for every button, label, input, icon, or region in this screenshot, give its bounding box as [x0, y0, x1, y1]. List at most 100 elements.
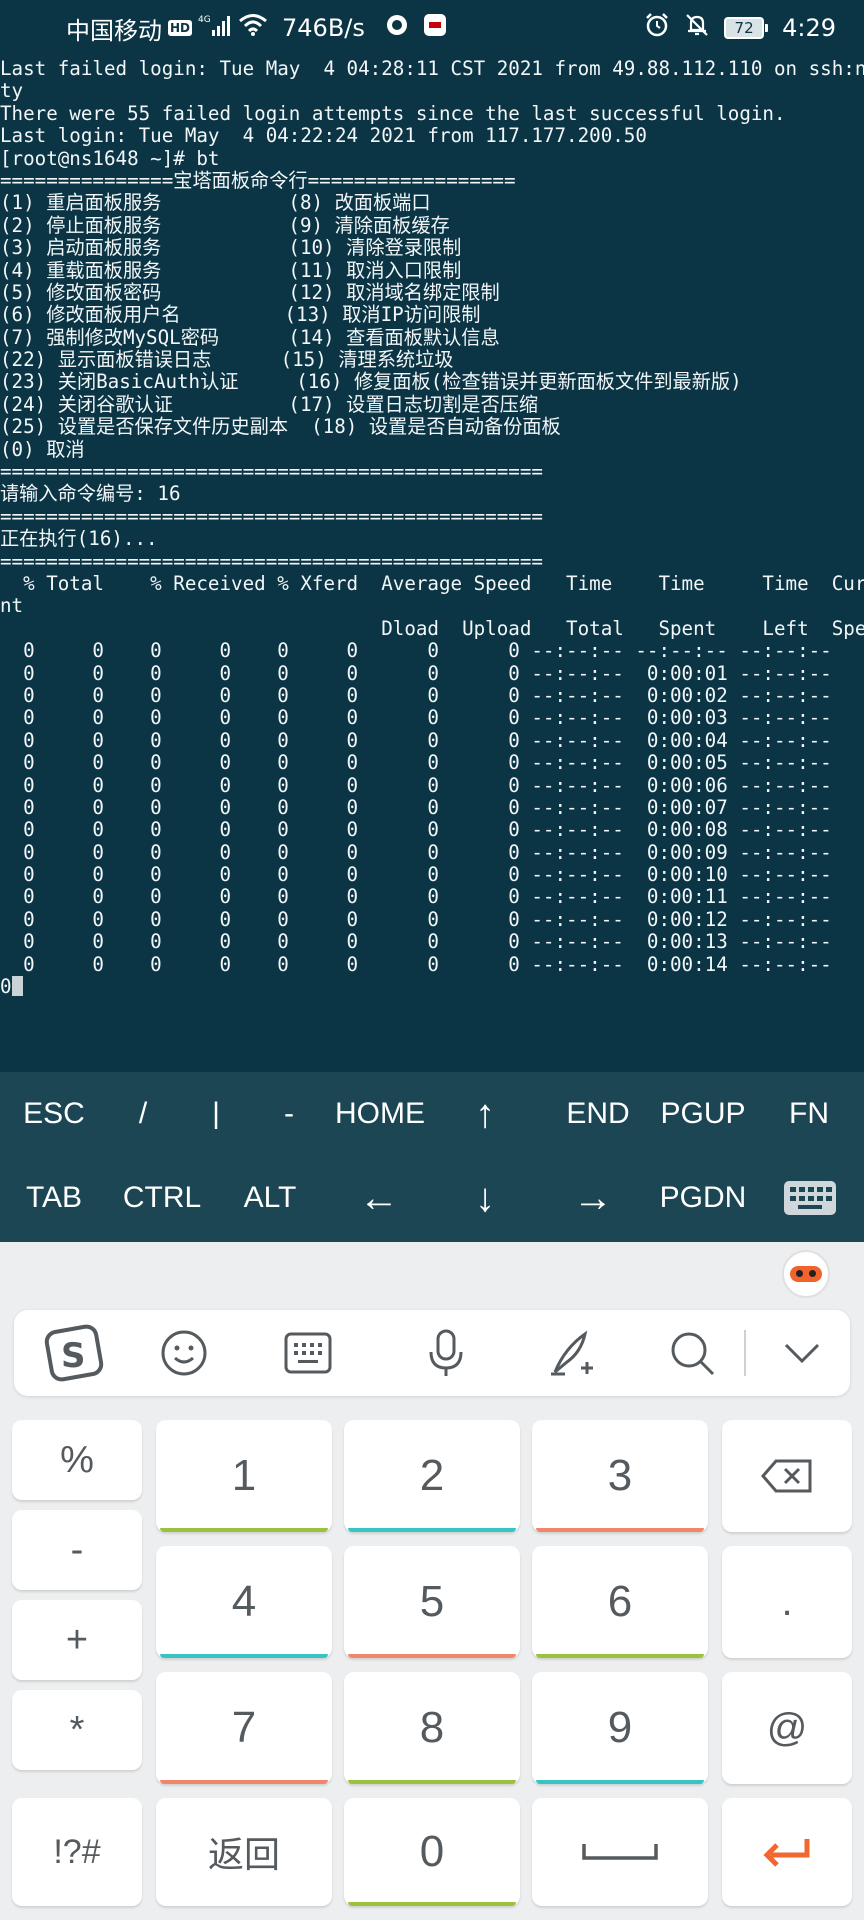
digit-5-label: 5 — [419, 1577, 445, 1626]
arrow-down-key[interactable]: ↓ — [440, 1156, 530, 1240]
emoji-icon[interactable] — [144, 1310, 224, 1396]
terminal-line: (7) 强制修改MySQL密码 (14) 查看面板默认信息 — [0, 326, 500, 349]
enter-key[interactable] — [722, 1798, 852, 1906]
digit-5-key[interactable]: 5 — [344, 1546, 520, 1658]
dash-key[interactable]: - — [248, 1072, 330, 1156]
digit-2-key[interactable]: 2 — [344, 1420, 520, 1532]
arrow-right-key[interactable]: → — [548, 1156, 638, 1240]
terminal-line: % Total % Received % Xferd Average Speed… — [0, 572, 864, 595]
terminal-output[interactable]: Last failed login: Tue May 4 04:28:11 CS… — [0, 58, 864, 1068]
tab-key[interactable]: TAB — [6, 1156, 102, 1240]
keyboard-toggle-button[interactable] — [770, 1156, 850, 1240]
back-key[interactable]: 返回 — [156, 1798, 332, 1906]
home-key[interactable]: HOME — [320, 1072, 440, 1156]
input-method-keyboard: S % - + * !?# 1 2 3 4 5 6 7 8 9 返回 0 . @ — [0, 1242, 864, 1920]
backspace-key[interactable] — [722, 1420, 852, 1532]
terminal-line: ========================================… — [0, 550, 543, 573]
pipe-key[interactable]: | — [184, 1072, 248, 1156]
digit-4-label: 4 — [231, 1577, 257, 1626]
arrow-left-key[interactable]: ← — [334, 1156, 424, 1240]
plus-key[interactable]: + — [12, 1600, 142, 1680]
terminal-line: ty — [0, 80, 24, 103]
terminal-line: 0 0 0 0 0 0 0 0 --:--:-- 0:00:12 --:--:-… — [0, 908, 832, 931]
sogou-logo-icon[interactable]: S — [34, 1310, 114, 1396]
digit-7-key[interactable]: 7 — [156, 1672, 332, 1784]
digit-3-key[interactable]: 3 — [532, 1420, 708, 1532]
terminal-line: 0 0 0 0 0 0 0 0 --:--:-- 0:00:06 --:--:-… — [0, 774, 832, 797]
signal-icon: 4G — [198, 13, 232, 43]
space-key[interactable] — [532, 1798, 708, 1906]
dot-key[interactable]: . — [722, 1546, 852, 1658]
minus-key[interactable]: - — [12, 1510, 142, 1590]
digit-0-key[interactable]: 0 — [344, 1798, 520, 1906]
terminal-line: 0 0 0 0 0 0 0 0 --:--:-- 0:00:01 --:--:-… — [0, 662, 832, 685]
terminal-line: 0 0 0 0 0 0 0 0 --:--:-- 0:00:11 --:--:-… — [0, 886, 832, 909]
battery-level: 72 — [724, 17, 765, 39]
search-icon[interactable] — [652, 1310, 732, 1396]
app-notification-icon — [385, 13, 409, 43]
network-type: 4G — [198, 15, 211, 25]
terminal-line: Last failed login: Tue May 4 04:28:11 CS… — [0, 58, 864, 80]
asterisk-key[interactable]: * — [12, 1690, 142, 1770]
huawei-app-icon — [423, 13, 447, 43]
terminal-line: (23) 关闭BasicAuth认证 (16) 修复面板(检查错误并更新面板文件… — [0, 371, 742, 394]
terminal-line: 0 0 0 0 0 0 0 0 --:--:-- 0:00:10 --:--:-… — [0, 864, 832, 887]
fn-key[interactable]: FN — [764, 1072, 854, 1156]
slash-key[interactable]: / — [102, 1072, 184, 1156]
terminal-line: (22) 显示面板错误日志 (15) 清理系统垃圾 — [0, 349, 454, 372]
end-key[interactable]: END — [548, 1072, 648, 1156]
pgup-key[interactable]: PGUP — [648, 1072, 758, 1156]
network-speed: 746B/s — [282, 14, 365, 42]
terminal-line: 0 0 0 0 0 0 0 0 --:--:-- 0:00:02 --:--:-… — [0, 684, 832, 707]
digit-9-key[interactable]: 9 — [532, 1672, 708, 1784]
digit-1-key[interactable]: 1 — [156, 1420, 332, 1532]
toolbar-divider — [744, 1330, 746, 1376]
digit-4-key[interactable]: 4 — [156, 1546, 332, 1658]
status-bar: 中国移动 HD 4G 746B/s 72 4:29 — [0, 0, 864, 56]
keyboard-icon — [784, 1181, 836, 1215]
terminal-line: (3) 启动面板服务 (10) 清除登录限制 — [0, 237, 462, 260]
terminal-line: 0 0 0 0 0 0 0 0 --:--:-- 0:00:04 --:--:-… — [0, 729, 832, 752]
terminal-line: 0 0 0 0 0 0 0 0 --:--:-- --:--:-- --:--:… — [0, 640, 832, 663]
svg-text:S: S — [61, 1336, 86, 1376]
terminal-line: ========================================… — [0, 461, 543, 484]
ime-mascot-icon[interactable] — [782, 1250, 830, 1298]
wifi-icon — [238, 13, 268, 43]
clock: 4:29 — [782, 14, 836, 42]
terminal-line: 0 0 0 0 0 0 0 0 --:--:-- 0:00:09 --:--:-… — [0, 841, 832, 864]
terminal-line: ===============宝塔面板命令行================== — [0, 169, 516, 192]
symbols-key[interactable]: !?# — [12, 1798, 142, 1906]
terminal-line: There were 55 failed login attempts sinc… — [0, 102, 786, 125]
at-key[interactable]: @ — [722, 1672, 852, 1784]
esc-key[interactable]: ESC — [6, 1072, 102, 1156]
collapse-icon[interactable] — [762, 1310, 842, 1396]
ctrl-key[interactable]: CTRL — [112, 1156, 212, 1240]
handwriting-icon[interactable] — [532, 1310, 612, 1396]
terminal-line: (5) 修改面板密码 (12) 取消域名绑定限制 — [0, 281, 500, 304]
terminal-line: 正在执行(16)... — [0, 528, 158, 551]
microphone-icon[interactable] — [406, 1310, 486, 1396]
digit-6-key[interactable]: 6 — [532, 1546, 708, 1658]
space-bar-icon — [582, 1844, 658, 1860]
terminal-line: (2) 停止面板服务 (9) 清除面板缓存 — [0, 214, 450, 237]
terminal-line: (24) 关闭谷歌认证 (17) 设置日志切割是否压缩 — [0, 393, 539, 416]
hd-badge: HD — [168, 20, 193, 36]
digit-7-label: 7 — [231, 1703, 257, 1752]
keyboard-icon[interactable] — [268, 1310, 348, 1396]
percent-key[interactable]: % — [12, 1420, 142, 1500]
terminal-line: (6) 修改面板用户名 (13) 取消IP访问限制 — [0, 304, 481, 327]
carrier-label: 中国移动 — [66, 16, 162, 45]
ime-toolbar: S — [14, 1310, 850, 1396]
terminal-extra-keys: ESC / | - HOME ↑ END PGUP FN TAB CTRL AL… — [0, 1072, 864, 1242]
arrow-up-key[interactable]: ↑ — [440, 1072, 530, 1156]
digit-3-label: 3 — [607, 1451, 633, 1500]
terminal-line: (25) 设置是否保存文件历史副本 (18) 设置是否自动备份面板 — [0, 416, 561, 439]
alt-key[interactable]: ALT — [222, 1156, 318, 1240]
digit-8-label: 8 — [419, 1703, 445, 1752]
backspace-icon — [761, 1459, 812, 1493]
digit-8-key[interactable]: 8 — [344, 1672, 520, 1784]
terminal-line: Last login: Tue May 4 04:22:24 2021 from… — [0, 125, 647, 148]
pgdn-key[interactable]: PGDN — [648, 1156, 758, 1240]
terminal-line: nt — [0, 595, 24, 618]
terminal-line: 0 0 0 0 0 0 0 0 --:--:-- 0:00:03 --:--:-… — [0, 707, 832, 730]
